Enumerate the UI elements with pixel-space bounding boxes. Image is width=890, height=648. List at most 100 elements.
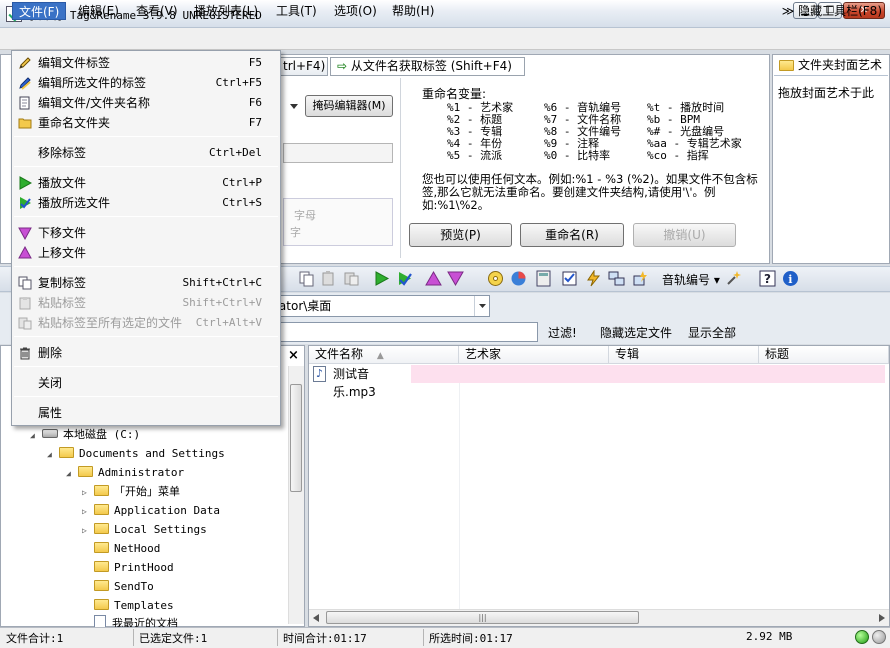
pie-chart-icon[interactable] <box>510 270 527 287</box>
copy-icon[interactable] <box>298 270 315 287</box>
rename-button[interactable]: 重命名(R) <box>520 223 624 247</box>
status-size: 2.92 MB <box>746 630 792 643</box>
column-header-title[interactable]: 标题 <box>759 346 889 364</box>
calculator-icon[interactable] <box>535 270 552 287</box>
hide-toolbar-button[interactable]: ≫ 隐藏工具栏(F8) <box>782 2 882 20</box>
menu-tools[interactable]: 工具(T) <box>270 2 323 20</box>
help-icon[interactable]: ? <box>759 270 776 287</box>
tree-node[interactable]: ▷「开始」菜单 <box>82 484 180 500</box>
tree-node[interactable]: PrintHood <box>82 560 174 576</box>
tree-node-label: PrintHood <box>114 561 174 574</box>
tree-node[interactable]: 我最近的文档 <box>82 615 178 627</box>
tag-lightning-icon[interactable] <box>632 270 649 287</box>
checklist-icon[interactable] <box>561 270 578 287</box>
track-number-dropdown[interactable]: 音轨编号 ▾ <box>662 271 720 288</box>
cd-icon[interactable] <box>487 270 504 287</box>
paste-icon[interactable] <box>320 270 337 287</box>
menu-item-close[interactable]: 关闭 <box>12 373 280 393</box>
tree-node[interactable]: ◢本地磁盘 (C:) <box>30 427 140 443</box>
menu-item-shortcut: F7 <box>249 113 262 133</box>
move-down-icon[interactable] <box>447 270 464 287</box>
menu-help[interactable]: 帮助(H) <box>386 2 440 20</box>
divider <box>133 629 134 646</box>
close-icon[interactable]: × <box>288 348 299 363</box>
menu-file[interactable]: 文件(F) <box>12 2 66 20</box>
menu-item-edit-selected-tags[interactable]: 编辑所选文件的标签 Ctrl+F5 <box>12 73 280 93</box>
expanded-arrow-icon[interactable]: ◢ <box>47 447 59 463</box>
sparkle-icon[interactable] <box>725 270 742 287</box>
column-header-album[interactable]: 专辑 <box>609 346 759 364</box>
menu-item-move-up[interactable]: 上移文件 <box>12 243 280 263</box>
menu-item-rename-folder[interactable]: 重命名文件夹 F7 <box>12 113 280 133</box>
menu-playlist[interactable]: 播放列表(L) <box>188 2 264 20</box>
tree-node[interactable]: SendTo <box>82 579 154 595</box>
play-selected-icon[interactable] <box>396 270 413 287</box>
expanded-arrow-icon[interactable]: ◢ <box>66 466 78 482</box>
tab-tag-from-filename[interactable]: ⇨ 从文件名获取标签 (Shift+F4) <box>330 57 525 76</box>
menu-item-rename-file[interactable]: 编辑文件/文件夹名称 F6 <box>12 93 280 113</box>
play-icon[interactable] <box>373 270 390 287</box>
file-list <box>308 345 890 627</box>
tab-folder-cover-art[interactable]: 文件夹封面艺术 <box>774 56 888 76</box>
column-header-artist[interactable]: 艺术家 <box>459 346 609 364</box>
chevron-down-icon[interactable] <box>474 296 489 316</box>
collapsed-arrow-icon[interactable]: ▷ <box>82 523 94 539</box>
document-icon <box>94 615 106 627</box>
tree-scroll-thumb[interactable] <box>290 384 302 492</box>
menu-item-shortcut: F6 <box>249 93 262 113</box>
expanded-arrow-icon[interactable]: ◢ <box>30 428 42 444</box>
paste-all-icon[interactable] <box>343 270 360 287</box>
menu-item-label: 复制标签 <box>38 273 86 293</box>
hide-selected-button[interactable]: 隐藏选定文件 <box>600 324 672 341</box>
menu-options[interactable]: 选项(O) <box>328 2 383 20</box>
menu-edit[interactable]: 编辑(E) <box>72 2 125 20</box>
menu-item-delete[interactable]: 删除 <box>12 343 280 363</box>
tree-node[interactable]: ▷Application Data <box>82 503 220 519</box>
rename-vars-title: 重命名变量: <box>422 85 486 102</box>
menu-item-move-down[interactable]: 下移文件 <box>12 223 280 243</box>
svg-text:?: ? <box>764 272 771 286</box>
lightning-icon[interactable] <box>585 270 602 287</box>
folder-icon <box>94 561 109 572</box>
menu-item-edit-tags[interactable]: 编辑文件标签 F5 <box>12 53 280 73</box>
move-up-icon[interactable] <box>425 270 442 287</box>
divider <box>400 78 401 258</box>
tree-node-label: Templates <box>114 599 174 612</box>
tree-node-label: SendTo <box>114 580 154 593</box>
tree-node[interactable]: ▷Local Settings <box>82 522 207 538</box>
menu-item-play-selected[interactable]: 播放所选文件 Ctrl+S <box>12 193 280 213</box>
horizontal-scroll-thumb[interactable]: ||| <box>326 611 639 624</box>
filter-input[interactable] <box>271 322 538 342</box>
tab-previous[interactable]: trl+F4) <box>276 57 328 76</box>
windows-icon[interactable] <box>608 270 625 287</box>
column-header-filename[interactable]: 文件名称 ▲ <box>309 346 459 364</box>
tree-node[interactable]: Templates <box>82 598 174 614</box>
tree-node[interactable]: ◢Administrator <box>66 465 184 481</box>
mask-editor-button[interactable]: 掩码编辑器(M) <box>305 95 393 117</box>
info-icon[interactable]: i <box>782 270 799 287</box>
menu-item-remove-tags[interactable]: 移除标签 Ctrl+Del <box>12 143 280 163</box>
collapsed-arrow-icon[interactable]: ▷ <box>82 504 94 520</box>
tree-node[interactable]: NetHood <box>82 541 160 557</box>
menu-item-label: 移除标签 <box>38 143 86 163</box>
rename-var: %0 - 比特率 <box>544 150 621 162</box>
status-led-icon <box>855 630 869 644</box>
menu-item-paste-tags-all[interactable]: 粘贴标签至所有选定的文件 Ctrl+Alt+V <box>12 313 280 333</box>
menu-item-play-file[interactable]: 播放文件 Ctrl+P <box>12 173 280 193</box>
menu-item-label: 播放所选文件 <box>38 193 110 213</box>
combo-dropdown[interactable] <box>284 96 304 116</box>
menu-item-label: 编辑文件标签 <box>38 53 110 73</box>
filter-button[interactable]: 过滤! <box>548 324 577 341</box>
menu-item-shortcut: Shift+Ctrl+V <box>183 293 262 313</box>
rename-mask-input[interactable] <box>283 143 393 163</box>
menu-item-copy-tags[interactable]: 复制标签 Shift+Ctrl+C <box>12 273 280 293</box>
path-combo[interactable]: rator\桌面 <box>271 295 490 317</box>
show-all-button[interactable]: 显示全部 <box>688 324 736 341</box>
menu-item-properties[interactable]: 属性 <box>12 403 280 423</box>
preview-button[interactable]: 预览(P) <box>409 223 512 247</box>
undo-button[interactable]: 撤销(U) <box>633 223 736 247</box>
collapsed-arrow-icon[interactable]: ▷ <box>82 485 94 501</box>
tree-node[interactable]: ◢Documents and Settings <box>47 446 225 462</box>
menu-item-paste-tags[interactable]: 粘贴标签 Shift+Ctrl+V <box>12 293 280 313</box>
menu-view[interactable]: 查看(V) <box>130 2 184 20</box>
